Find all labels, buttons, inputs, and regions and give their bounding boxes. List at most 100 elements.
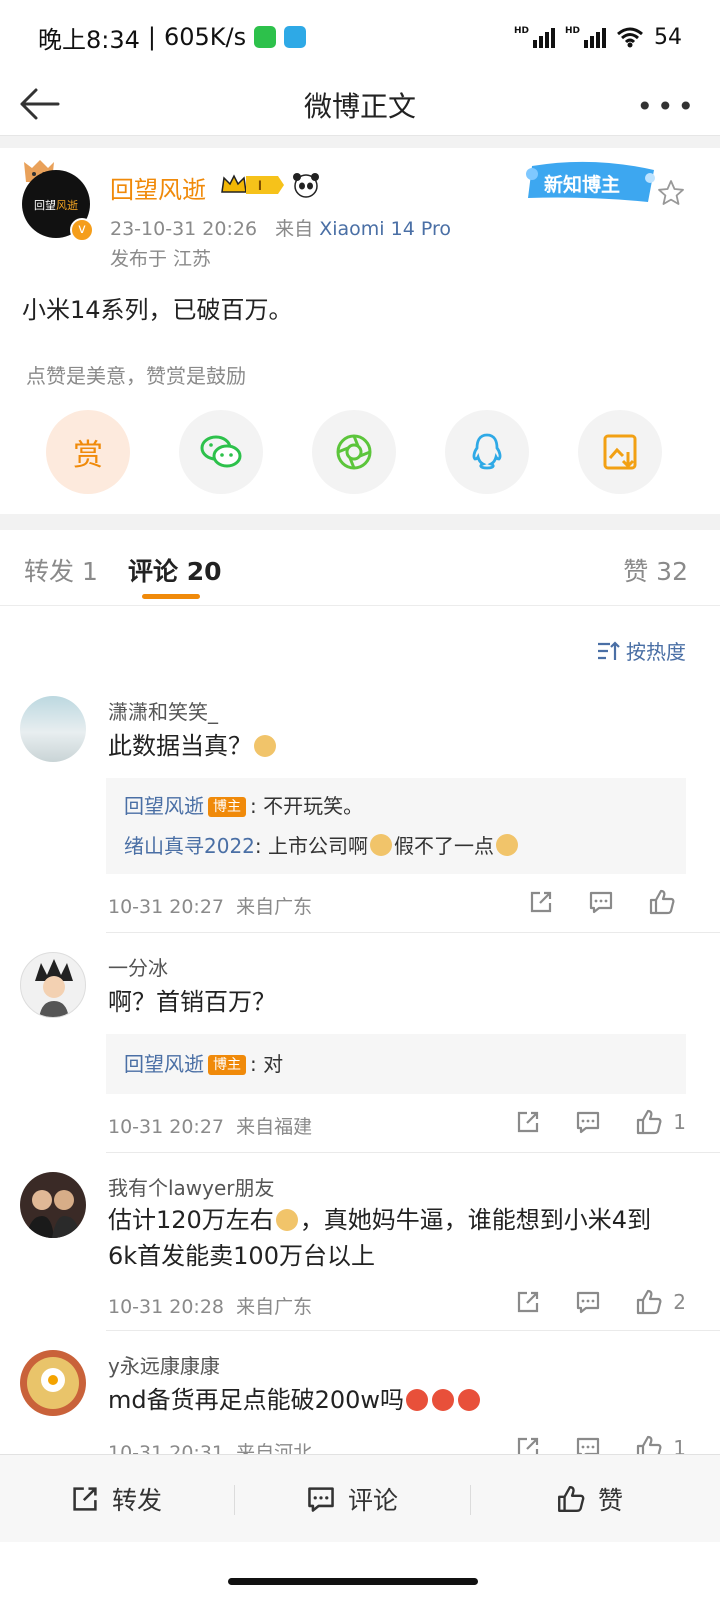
home-indicator[interactable]: [228, 1578, 478, 1585]
commenter-name[interactable]: 潇潇和笑笑_: [108, 696, 218, 725]
section-gap-2: [0, 514, 720, 530]
reply-box[interactable]: 回望风逝 博主: 不开玩笑。 绪山真寻2022: 上市公司啊 假不了一点: [106, 778, 686, 874]
angry-emoji-icon: [458, 1389, 481, 1411]
like-button[interactable]: 1: [635, 1108, 686, 1136]
commenter-name[interactable]: 我有个lawyer朋友: [108, 1172, 275, 1201]
signal-icon: HD: [514, 26, 555, 48]
thumbs-up-icon: [637, 1289, 662, 1315]
save-image-button[interactable]: [578, 410, 662, 494]
reply-icon[interactable]: [575, 1109, 601, 1135]
comment-text: md备货再足点能破200w吗: [108, 1382, 698, 1418]
comment-text: 估计120万左右 ，真她妈牛逼，谁能想到小米4到 6k首发能卖100万台以上: [108, 1206, 652, 1270]
tab-comment[interactable]: 评论 20: [128, 552, 222, 588]
reply-icon[interactable]: [575, 1289, 601, 1315]
more-options-icon[interactable]: •••: [636, 90, 698, 123]
commenter-avatar[interactable]: [20, 1172, 86, 1238]
like-button[interactable]: [648, 888, 686, 916]
reward-button[interactable]: 赏: [46, 410, 130, 494]
comment-text: 此数据当真？: [108, 728, 698, 764]
angry-emoji-icon: [432, 1389, 455, 1411]
comment-actions: [528, 888, 686, 916]
thumbs-up-icon: [649, 889, 675, 915]
reply-line: 回望风逝 博主: 不开玩笑。: [124, 794, 364, 818]
tab-like[interactable]: 赞 32: [623, 552, 688, 588]
svg-text:I: I: [258, 177, 262, 193]
reply-box[interactable]: 回望风逝 博主: 对: [106, 1034, 686, 1094]
gesture-area: [0, 1542, 720, 1600]
thumbs-up-icon: [558, 1486, 585, 1512]
save-image-icon: [603, 434, 637, 470]
sort-button[interactable]: 按热度: [596, 636, 686, 665]
author-name[interactable]: 回望风逝: [110, 170, 206, 205]
doge-emoji-icon: [275, 1209, 298, 1231]
doge-emoji-icon: [496, 834, 519, 856]
panda-badge-icon[interactable]: [292, 172, 320, 198]
nfc-icon: [284, 26, 307, 48]
like-post-button[interactable]: 赞: [556, 1455, 623, 1543]
comment-meta: 10-31 20:27 来自福建: [108, 1116, 313, 1138]
bottom-action-bar: 转发 评论 赞: [0, 1454, 720, 1542]
reward-hint: 点赞是美意，赞赏是鼓励: [26, 364, 246, 388]
commenter-name[interactable]: 一分冰: [108, 952, 168, 981]
comment-divider: [106, 932, 720, 933]
comment-button[interactable]: 评论: [306, 1455, 398, 1543]
reply-line: 回望风逝 博主: 对: [124, 1052, 284, 1076]
repost-button[interactable]: 转发: [70, 1455, 162, 1543]
qq-icon: [472, 433, 502, 470]
active-tab-indicator: [142, 594, 200, 599]
thumbs-up-icon: [637, 1109, 662, 1135]
author-avatar[interactable]: 回望风逝 v: [22, 170, 94, 242]
post-location: 发布于 江苏: [110, 248, 212, 270]
commenter-name[interactable]: y永远康康康: [108, 1350, 220, 1379]
section-gap: [0, 136, 720, 148]
share-icon[interactable]: [515, 1109, 541, 1135]
moments-icon: [336, 434, 372, 470]
top-navbar: 微博正文 •••: [0, 74, 720, 136]
device-link[interactable]: Xiaomi 14 Pro: [319, 218, 451, 240]
like-button[interactable]: 2: [635, 1288, 686, 1316]
comment-actions: 1: [515, 1108, 686, 1136]
status-bar: 晚上8:34 | 605K/s HD HD 54: [0, 0, 720, 74]
page-title: 微博正文: [303, 89, 416, 123]
comment-divider: [106, 1330, 720, 1331]
status-speed: 605K/s: [164, 23, 247, 51]
bottom-bar-separator: [234, 1485, 235, 1515]
doge-emoji-icon: [254, 735, 276, 757]
reply-icon[interactable]: [588, 889, 614, 915]
commenter-avatar[interactable]: [20, 1350, 86, 1416]
wechat-icon: [200, 435, 242, 468]
verified-badge-icon: v: [70, 218, 94, 242]
doge-emoji-icon: [370, 834, 393, 856]
comment-text: 啊？首销百万？: [108, 988, 276, 1016]
favorite-star-icon[interactable]: [656, 178, 686, 208]
share-qq-button[interactable]: [445, 410, 529, 494]
share-wechat-button[interactable]: [179, 410, 263, 494]
sort-icon: [598, 640, 620, 660]
angry-emoji-icon: [406, 1389, 429, 1411]
share-moments-button[interactable]: [312, 410, 396, 494]
comment-meta: 10-31 20:27 来自广东: [108, 896, 313, 918]
tab-bar: 转发 1 评论 20 赞 32: [0, 530, 720, 606]
comment-divider: [106, 1152, 720, 1153]
share-icon[interactable]: [515, 1289, 541, 1315]
blogger-badge: 博主: [208, 797, 246, 817]
comment-icon: [308, 1487, 334, 1512]
signal-icon-2: HD: [565, 26, 606, 48]
vip-crown-badge-icon[interactable]: I: [220, 172, 286, 198]
post-meta: 23-10-31 20:26 来自 Xiaomi 14 Pro: [110, 218, 451, 240]
battery-level: 54: [654, 24, 682, 50]
tab-repost[interactable]: 转发 1: [24, 552, 98, 588]
new-blogger-badge[interactable]: 新知博主: [522, 156, 660, 208]
comment-meta: 10-31 20:28 来自广东: [108, 1296, 313, 1318]
comment-actions: 2: [515, 1288, 686, 1316]
wechat-notification-icon: [254, 26, 277, 48]
back-arrow-icon[interactable]: [18, 82, 62, 126]
reply-line: 绪山真寻2022: 上市公司啊 假不了一点: [124, 826, 668, 866]
bottom-bar-separator: [470, 1485, 471, 1515]
post-content: 小米14系列，已破百万。: [22, 296, 293, 324]
commenter-avatar[interactable]: [20, 952, 86, 1018]
blogger-badge: 博主: [208, 1055, 246, 1075]
share-row: 赏: [0, 410, 720, 494]
share-icon[interactable]: [528, 889, 554, 915]
commenter-avatar[interactable]: [20, 696, 86, 762]
